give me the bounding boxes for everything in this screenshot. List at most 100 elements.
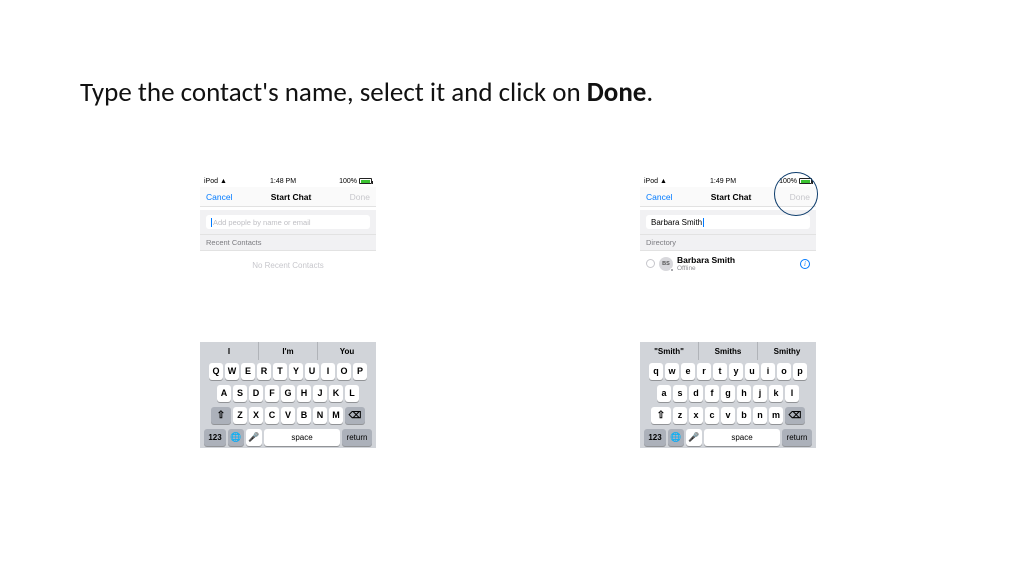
key-u[interactable]: u <box>745 363 759 380</box>
key-w[interactable]: W <box>225 363 239 380</box>
key-j[interactable]: j <box>753 385 767 402</box>
status-time: 1:49 PM <box>710 178 736 185</box>
cancel-button[interactable]: Cancel <box>206 192 232 202</box>
key-t[interactable]: T <box>273 363 287 380</box>
key-u[interactable]: U <box>305 363 319 380</box>
key-h[interactable]: h <box>737 385 751 402</box>
key-q[interactable]: q <box>649 363 663 380</box>
globe-key[interactable]: 🌐 <box>668 429 684 446</box>
mic-key[interactable]: 🎤 <box>246 429 262 446</box>
key-f[interactable]: F <box>265 385 279 402</box>
key-a[interactable]: a <box>657 385 671 402</box>
key-r[interactable]: R <box>257 363 271 380</box>
key-y[interactable]: Y <box>289 363 303 380</box>
key-l[interactable]: L <box>345 385 359 402</box>
presence-dot <box>670 268 674 272</box>
key-n[interactable]: N <box>313 407 327 424</box>
key-f[interactable]: f <box>705 385 719 402</box>
suggestion[interactable]: I <box>200 342 259 360</box>
cancel-button[interactable]: Cancel <box>646 192 672 202</box>
key-w[interactable]: w <box>665 363 679 380</box>
key-b[interactable]: B <box>297 407 311 424</box>
key-s[interactable]: S <box>233 385 247 402</box>
keyboard-left: I I'm You QWERTYUIOP ASDFGHJKL ⇧ ZXCVBNM… <box>200 342 376 448</box>
key-d[interactable]: d <box>689 385 703 402</box>
backspace-key[interactable]: ⌫ <box>345 407 365 424</box>
key-v[interactable]: V <box>281 407 295 424</box>
key-z[interactable]: Z <box>233 407 247 424</box>
info-icon[interactable]: i <box>800 259 810 269</box>
shift-key[interactable]: ⇧ <box>211 407 231 424</box>
search-input[interactable]: Barbara Smith <box>646 215 810 229</box>
key-g[interactable]: G <box>281 385 295 402</box>
suggestion[interactable]: Smiths <box>699 342 758 360</box>
globe-key[interactable]: 🌐 <box>228 429 244 446</box>
search-input[interactable]: Add people by name or email <box>206 215 370 229</box>
backspace-key[interactable]: ⌫ <box>785 407 805 424</box>
wifi-icon: ▲ <box>220 178 227 185</box>
key-y[interactable]: y <box>729 363 743 380</box>
suggestion[interactable]: I'm <box>259 342 318 360</box>
numbers-key[interactable]: 123 <box>644 429 666 446</box>
key-i[interactable]: I <box>321 363 335 380</box>
numbers-key[interactable]: 123 <box>204 429 226 446</box>
backspace-icon: ⌫ <box>349 410 362 421</box>
key-h[interactable]: H <box>297 385 311 402</box>
key-z[interactable]: z <box>673 407 687 424</box>
key-row-3: ⇧ zxcvbnm ⌫ <box>640 404 816 426</box>
return-key[interactable]: return <box>782 429 812 446</box>
key-row-2: asdfghjkl <box>640 382 816 404</box>
key-p[interactable]: P <box>353 363 367 380</box>
key-m[interactable]: M <box>329 407 343 424</box>
section-header-directory: Directory <box>640 235 816 251</box>
key-g[interactable]: g <box>721 385 735 402</box>
key-o[interactable]: o <box>777 363 791 380</box>
suggestion[interactable]: "Smith" <box>640 342 699 360</box>
key-x[interactable]: X <box>249 407 263 424</box>
key-k[interactable]: k <box>769 385 783 402</box>
suggestion[interactable]: You <box>318 342 376 360</box>
key-c[interactable]: c <box>705 407 719 424</box>
key-l[interactable]: l <box>785 385 799 402</box>
key-m[interactable]: m <box>769 407 783 424</box>
key-row-4: 123 🌐 🎤 space return <box>640 426 816 448</box>
key-x[interactable]: x <box>689 407 703 424</box>
suggestion[interactable]: Smithy <box>758 342 816 360</box>
key-q[interactable]: Q <box>209 363 223 380</box>
key-a[interactable]: A <box>217 385 231 402</box>
nav-bar: Cancel Start Chat Done <box>200 187 376 207</box>
key-o[interactable]: O <box>337 363 351 380</box>
mic-key[interactable]: 🎤 <box>686 429 702 446</box>
mic-icon: 🎤 <box>248 432 259 443</box>
search-row: Add people by name or email <box>200 210 376 235</box>
key-s[interactable]: s <box>673 385 687 402</box>
shift-key[interactable]: ⇧ <box>651 407 671 424</box>
key-n[interactable]: n <box>753 407 767 424</box>
mic-icon: 🎤 <box>688 432 699 443</box>
no-recent-text: No Recent Contacts <box>200 251 376 274</box>
select-radio[interactable] <box>646 259 655 268</box>
contact-row[interactable]: BS Barbara Smith Offline i <box>640 251 816 276</box>
key-d[interactable]: D <box>249 385 263 402</box>
text-cursor <box>703 218 704 227</box>
key-e[interactable]: E <box>241 363 255 380</box>
status-bar: iPod ▲ 1:48 PM 100% <box>200 175 376 187</box>
key-r[interactable]: r <box>697 363 711 380</box>
key-e[interactable]: e <box>681 363 695 380</box>
contact-status: Offline <box>677 265 735 272</box>
key-v[interactable]: v <box>721 407 735 424</box>
key-t[interactable]: t <box>713 363 727 380</box>
suggestion-bar: I I'm You <box>200 342 376 360</box>
key-i[interactable]: i <box>761 363 775 380</box>
device-label: iPod <box>204 178 218 185</box>
key-j[interactable]: J <box>313 385 327 402</box>
space-key[interactable]: space <box>704 429 780 446</box>
key-k[interactable]: K <box>329 385 343 402</box>
nav-title: Start Chat <box>271 192 312 202</box>
done-button[interactable]: Done <box>350 192 370 202</box>
key-c[interactable]: C <box>265 407 279 424</box>
key-p[interactable]: p <box>793 363 807 380</box>
space-key[interactable]: space <box>264 429 340 446</box>
key-b[interactable]: b <box>737 407 751 424</box>
return-key[interactable]: return <box>342 429 372 446</box>
